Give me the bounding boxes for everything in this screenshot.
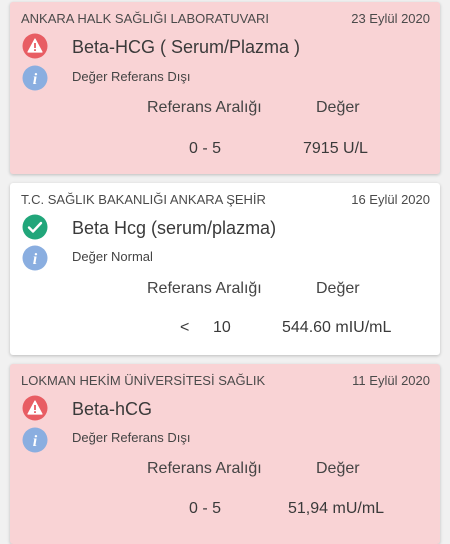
result-date: 16 Eylül 2020 — [351, 192, 430, 207]
reference-range-value: 0 - 5 — [189, 500, 222, 517]
result-status: Değer Normal — [72, 249, 153, 264]
warning-icon — [22, 395, 48, 421]
info-icon[interactable]: i — [22, 245, 48, 271]
result-date: 11 Eylül 2020 — [352, 373, 430, 388]
svg-text:i: i — [33, 251, 38, 268]
reference-range-header: Referans Aralığı — [147, 280, 262, 297]
result-card[interactable]: LOKMAN HEKİM ÜNİVERSİTESİ SAĞLIK 11 Eylü… — [10, 364, 440, 544]
value-header: Değer — [316, 460, 360, 477]
value-header: Değer — [316, 280, 360, 297]
warning-icon — [22, 33, 48, 59]
svg-text:i: i — [33, 71, 38, 88]
result-value: 51,94 mU/mL — [288, 500, 385, 517]
check-icon — [22, 214, 48, 240]
test-name: Beta-hCG — [72, 399, 153, 419]
value-header: Değer — [316, 99, 360, 116]
result-card[interactable]: T.C. SAĞLIK BAKANLIĞI ANKARA ŞEHİR 16 Ey… — [10, 183, 440, 355]
result-status: Değer Referans Dışı — [72, 430, 191, 445]
card-header: T.C. SAĞLIK BAKANLIĞI ANKARA ŞEHİR 16 Ey… — [21, 192, 430, 208]
reference-range-header: Referans Aralığı — [147, 460, 262, 477]
reference-range-value: 0 - 5 — [189, 140, 222, 157]
reference-range-header: Referans Aralığı — [147, 99, 262, 116]
card-header: LOKMAN HEKİM ÜNİVERSİTESİ SAĞLIK 11 Eylü… — [21, 373, 430, 389]
lab-name: LOKMAN HEKİM ÜNİVERSİTESİ SAĞLIK — [21, 373, 266, 388]
lab-name: ANKARA HALK SAĞLIĞI LABORATUVARI — [21, 11, 270, 26]
result-value: 544.60 mIU/mL — [282, 319, 392, 336]
test-name: Beta-HCG ( Serum/Plazma ) — [72, 37, 301, 57]
reference-range-value: 10 — [213, 319, 231, 336]
card-header: ANKARA HALK SAĞLIĞI LABORATUVARI 23 Eylü… — [21, 11, 430, 27]
result-status: Değer Referans Dışı — [72, 69, 191, 84]
svg-text:i: i — [33, 433, 38, 450]
result-value: 7915 U/L — [303, 140, 368, 157]
reference-operator: < — [180, 319, 190, 336]
info-icon[interactable]: i — [22, 427, 48, 453]
info-icon[interactable]: i — [22, 65, 48, 91]
result-date: 23 Eylül 2020 — [351, 11, 430, 26]
lab-name: T.C. SAĞLIK BAKANLIĞI ANKARA ŞEHİR — [21, 192, 266, 207]
result-card[interactable]: ANKARA HALK SAĞLIĞI LABORATUVARI 23 Eylü… — [10, 2, 440, 174]
test-name: Beta Hcg (serum/plazma) — [72, 218, 277, 238]
